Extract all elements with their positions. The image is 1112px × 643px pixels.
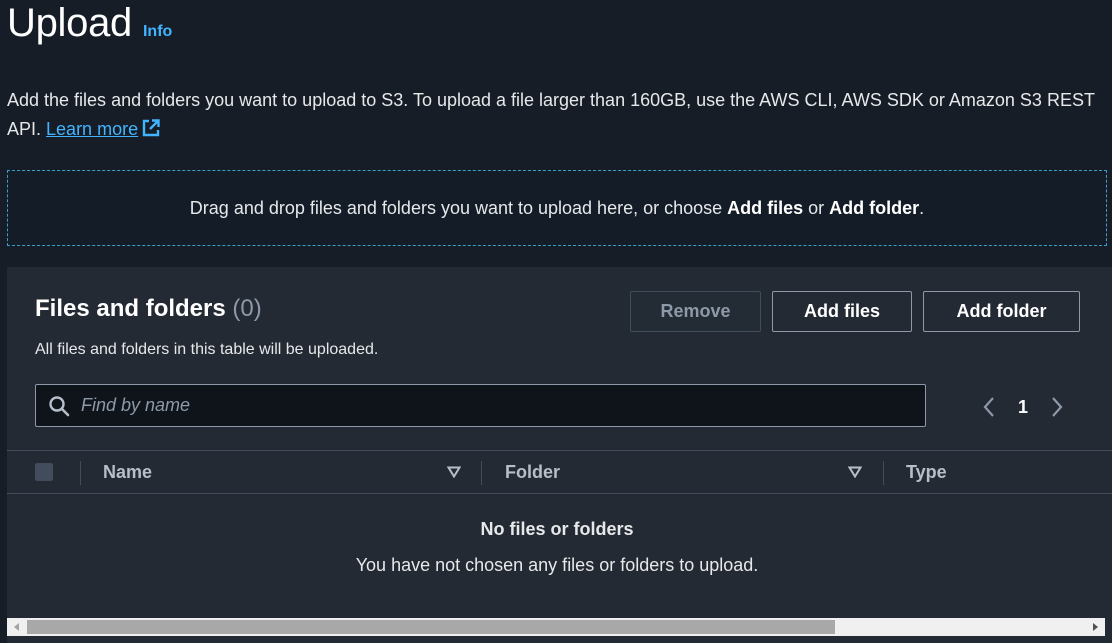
horizontal-scrollbar[interactable] xyxy=(7,618,1105,636)
column-header-folder[interactable]: Folder xyxy=(505,462,560,483)
sort-down-icon[interactable] xyxy=(447,466,461,478)
info-link[interactable]: Info xyxy=(143,23,172,41)
dropzone-add-folder: Add folder xyxy=(829,197,920,218)
chevron-right-icon[interactable] xyxy=(1048,395,1066,419)
pagination: 1 xyxy=(980,395,1066,419)
column-divider xyxy=(80,461,81,485)
table-header: Name Folder Type xyxy=(7,450,1112,494)
empty-state-title: No files or folders xyxy=(480,519,634,539)
learn-more-label: Learn more xyxy=(46,119,139,139)
add-files-button[interactable]: Add files xyxy=(772,291,912,332)
empty-state-message: You have not chosen any files or folders… xyxy=(355,555,759,575)
remove-button[interactable]: Remove xyxy=(630,291,761,332)
dropzone-add-files: Add files xyxy=(727,197,804,218)
file-count: (0) xyxy=(232,295,262,322)
upload-dropzone[interactable]: Drag and drop files and folders you want… xyxy=(7,170,1107,246)
learn-more-link[interactable]: Learn more xyxy=(46,119,161,139)
files-and-folders-panel: Files and folders (0) All files and fold… xyxy=(7,267,1112,643)
scroll-right-arrow-icon[interactable] xyxy=(1093,623,1098,631)
page-header: Upload Info xyxy=(7,0,172,46)
page-number[interactable]: 1 xyxy=(1018,397,1028,418)
search-input[interactable]: Find by name xyxy=(35,384,926,427)
chevron-left-icon[interactable] xyxy=(980,395,998,419)
sort-down-icon[interactable] xyxy=(848,466,862,478)
dropzone-suffix: . xyxy=(919,197,925,218)
page-title: Upload xyxy=(7,1,132,45)
search-placeholder: Find by name xyxy=(81,395,191,415)
panel-title-text: Files and folders xyxy=(35,295,226,322)
upload-page: Upload Info Add the files and folders yo… xyxy=(0,0,1112,643)
panel-subtitle: All files and folders in this table will… xyxy=(35,341,379,358)
panel-title: Files and folders (0) xyxy=(35,295,262,323)
select-all-checkbox[interactable] xyxy=(35,463,53,481)
search-icon xyxy=(49,395,70,416)
column-divider[interactable] xyxy=(481,461,482,485)
scroll-left-arrow-icon[interactable] xyxy=(14,623,19,631)
column-header-type[interactable]: Type xyxy=(906,462,947,483)
column-header-name[interactable]: Name xyxy=(103,462,152,483)
scrollbar-thumb[interactable] xyxy=(27,620,835,634)
dropzone-prefix: Drag and drop files and folders you want… xyxy=(189,197,728,218)
description-text: Add the files and folders you want to up… xyxy=(7,90,1095,139)
dropzone-middle: or xyxy=(803,197,830,218)
page-description: Add the files and folders you want to up… xyxy=(7,86,1107,144)
add-folder-button[interactable]: Add folder xyxy=(923,291,1080,332)
column-divider[interactable] xyxy=(883,461,884,485)
external-link-icon xyxy=(142,119,160,137)
